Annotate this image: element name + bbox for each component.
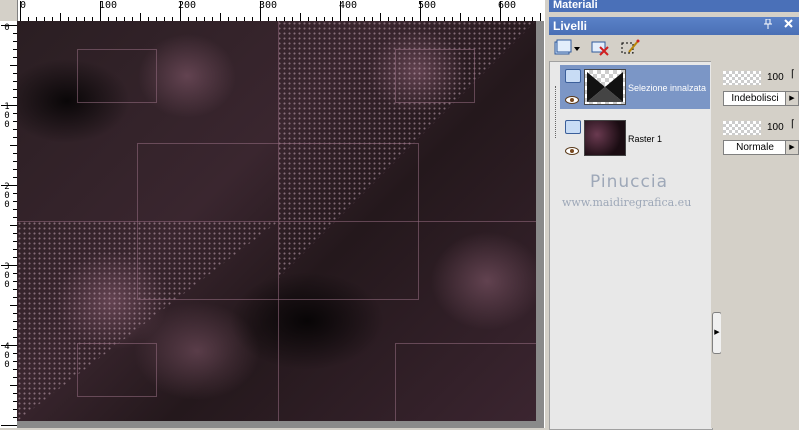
watermark-url: www.maidiregrafica.eu xyxy=(562,196,692,209)
layer-name: Raster 1 xyxy=(628,134,663,144)
frame-square xyxy=(137,143,419,300)
layers-panel-title[interactable]: Livelli xyxy=(549,17,799,35)
opacity-value: 100 xyxy=(767,72,784,83)
materials-title-text: Materiali xyxy=(553,0,598,11)
opacity-value: 100 xyxy=(767,122,784,133)
ruler-tick xyxy=(260,1,261,21)
layer-row-selezione-innalzata[interactable]: Selezione innalzata xyxy=(560,65,710,109)
frame-square xyxy=(77,343,157,397)
properties-splitter[interactable] xyxy=(711,61,719,428)
eye-icon[interactable] xyxy=(565,142,579,155)
ruler-tick xyxy=(1,185,17,186)
frame-square xyxy=(395,343,536,421)
ruler-label: 1 0 0 xyxy=(4,102,10,130)
ruler-tick xyxy=(1,105,17,106)
ruler-tick xyxy=(1,265,17,266)
ruler-tick xyxy=(60,13,61,21)
opacity-slider[interactable]: 100 ⌈ xyxy=(723,119,799,137)
ruler-tick xyxy=(10,385,17,386)
pin-icon[interactable] xyxy=(761,18,775,33)
ruler-tick xyxy=(10,65,17,66)
ruler-tick xyxy=(20,1,21,21)
canvas-workspace[interactable] xyxy=(17,21,544,428)
vertical-ruler: 0 1 0 0 2 0 0 3 0 0 4 0 0 xyxy=(0,21,18,428)
new-layer-icon xyxy=(553,39,581,62)
raster-layer-icon xyxy=(565,120,581,134)
opacity-swatch xyxy=(723,121,761,135)
dropdown-arrow-icon[interactable]: ▶ xyxy=(785,141,798,154)
layers-toolbar xyxy=(549,35,799,61)
raster-layer-icon xyxy=(565,69,581,83)
ruler-tick xyxy=(380,13,381,21)
tree-line xyxy=(555,86,557,138)
ruler-label: 4 0 0 xyxy=(4,342,10,370)
slider-arrow-icon: ⌈ xyxy=(791,69,795,80)
layer-thumbnail xyxy=(584,120,626,156)
layers-title-text: Livelli xyxy=(553,19,588,33)
opacity-swatch xyxy=(723,71,761,85)
ruler-label: 400 xyxy=(339,0,358,11)
ruler-label: 100 xyxy=(99,0,118,11)
eye-icon[interactable] xyxy=(565,91,579,104)
blend-mode-select[interactable]: Indebolisci ▶ xyxy=(723,91,799,106)
ruler-tick xyxy=(340,1,341,21)
close-icon[interactable] xyxy=(781,19,795,33)
layer-thumbnail xyxy=(584,69,626,105)
watermark-name: Pinuccia xyxy=(590,172,668,192)
ruler-tick xyxy=(1,25,17,26)
ruler-tick xyxy=(10,225,17,226)
ruler-tick xyxy=(10,145,17,146)
ruler-tick xyxy=(460,13,461,21)
layers-list: Selezione innalzata Raster 1 xyxy=(549,61,713,430)
ruler-tick xyxy=(10,305,17,306)
frame-square xyxy=(77,49,157,103)
ruler-tick xyxy=(300,13,301,21)
image-canvas[interactable] xyxy=(17,21,536,421)
frame-square xyxy=(395,49,475,103)
blend-mode-value: Indebolisci xyxy=(731,93,779,104)
chevron-right-icon: ▶ xyxy=(714,329,720,336)
ruler-tick xyxy=(500,1,501,21)
ruler-tick xyxy=(420,1,421,21)
materials-panel-title[interactable]: Materiali xyxy=(549,0,799,12)
blend-mode-value: Normale xyxy=(736,142,774,153)
ruler-label: 3 0 0 xyxy=(4,262,10,290)
layer-name: Selezione innalzata xyxy=(628,83,707,93)
ruler-tick xyxy=(220,13,221,21)
layer-row-raster-1[interactable]: Raster 1 xyxy=(560,116,710,160)
ruler-tick xyxy=(100,1,101,21)
ruler-label: 2 0 0 xyxy=(4,182,10,210)
opacity-slider[interactable]: 100 ⌈ xyxy=(723,69,799,87)
delete-layer-icon xyxy=(589,41,611,62)
delete-layer-button[interactable] xyxy=(589,38,611,58)
ruler-tick xyxy=(1,345,17,346)
ruler-tick xyxy=(540,13,541,21)
ruler-tick xyxy=(180,1,181,21)
slider-arrow-icon: ⌈ xyxy=(791,119,795,130)
ruler-corner xyxy=(0,0,18,21)
ruler-tick xyxy=(1,425,17,426)
new-layer-button[interactable] xyxy=(553,38,581,58)
horizontal-ruler: 0 100 200 300 400 500 600 xyxy=(0,0,544,22)
edit-selection-button[interactable] xyxy=(619,38,641,58)
blend-mode-select[interactable]: Normale ▶ xyxy=(723,140,799,155)
ruler-tick xyxy=(140,13,141,21)
dropdown-arrow-icon[interactable]: ▶ xyxy=(785,92,798,105)
edit-selection-icon xyxy=(619,39,641,62)
ruler-label: 300 xyxy=(259,0,278,11)
layer-properties: 100 ⌈ Indebolisci ▶ 100 ⌈ Normale ▶ xyxy=(721,61,799,428)
